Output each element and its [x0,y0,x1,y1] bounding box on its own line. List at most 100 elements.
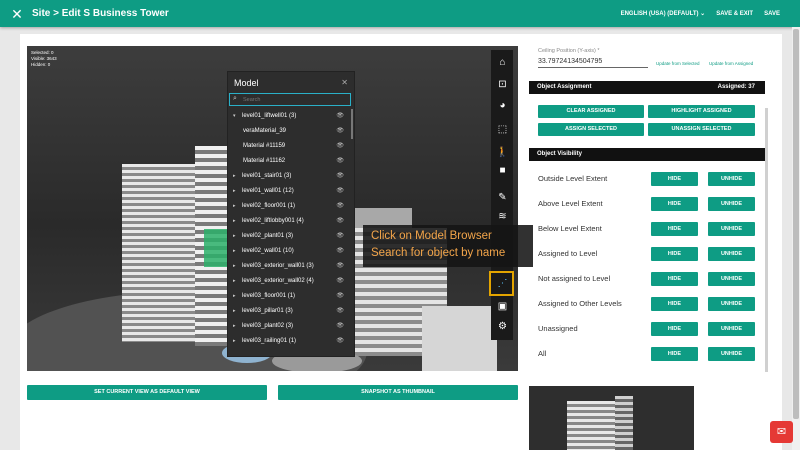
unhide-button[interactable]: UNHIDE [708,197,755,211]
chevron-right-icon[interactable]: ▸ [233,169,236,184]
model-tree-item[interactable]: ▸ level02_wall01 (10) 👁 [228,244,352,259]
model-tree-item[interactable]: ▸ level03_railing01 (1) 👁 [228,334,352,349]
eye-icon[interactable]: 👁 [336,214,344,229]
unhide-button[interactable]: UNHIDE [708,347,755,361]
chevron-right-icon[interactable]: ▸ [233,304,236,319]
close-icon[interactable]: ✕ [341,72,348,94]
assign-selected-button[interactable]: ASSIGN SELECTED [538,123,644,136]
unassign-selected-button[interactable]: UNASSIGN SELECTED [648,123,755,136]
chevron-right-icon[interactable]: ▸ [233,289,236,304]
model-tree-item[interactable]: veraMaterial_39 👁 [228,124,352,139]
model-search[interactable]: ⌕ [229,93,351,106]
eye-icon[interactable]: 👁 [336,124,344,139]
object-assignment-header: Object Assignment Assigned: 37 [529,81,765,94]
chevron-right-icon[interactable]: ▸ [233,319,236,334]
object-visibility-header: Object Visibility [529,148,765,161]
hide-button[interactable]: HIDE [651,322,698,336]
update-from-assigned-link[interactable]: Update from Assigned [709,61,753,66]
set-default-view-button[interactable]: SET CURRENT VIEW AS DEFAULT VIEW [27,385,267,400]
chevron-right-icon[interactable]: ▸ [233,259,236,274]
model-tree-item[interactable]: ▸ level03_pillar01 (3) 👁 [228,304,352,319]
hide-button[interactable]: HIDE [651,297,698,311]
eye-icon[interactable]: 👁 [336,229,344,244]
settings-icon[interactable]: ⚙ [495,319,510,334]
eye-icon[interactable]: 👁 [336,184,344,199]
measure-icon[interactable]: ✎ [495,190,510,205]
chevron-right-icon[interactable]: ▸ [233,244,236,259]
model-tree-item[interactable]: ▸ level02_floor001 (1) 👁 [228,199,352,214]
hide-button[interactable]: HIDE [651,172,698,186]
page-scrollbar[interactable] [792,27,800,450]
language-selector[interactable]: ENGLISH (USA) (DEFAULT) ⌄ [621,10,706,17]
eye-icon[interactable]: 👁 [336,169,344,184]
eye-icon[interactable]: 👁 [336,244,344,259]
unhide-button[interactable]: UNHIDE [708,322,755,336]
eye-icon[interactable]: 👁 [336,154,344,169]
eye-icon[interactable]: 👁 [336,289,344,304]
model-browser-title: Model [234,78,259,88]
unhide-button[interactable]: UNHIDE [708,247,755,261]
save-exit-button[interactable]: SAVE & EXIT [716,11,753,17]
unhide-button[interactable]: UNHIDE [708,297,755,311]
layers-icon[interactable]: ≋ [495,209,510,224]
model-tree-item[interactable]: ▸ level03_exterior_wall01 (3) 👁 [228,259,352,274]
page-scrollbar-thumb[interactable] [793,29,799,419]
visibility-row-label: Outside Level Extent [538,174,608,183]
chevron-right-icon[interactable]: ▸ [233,274,236,289]
model-tree-item[interactable]: ▸ level01_stair01 (3) 👁 [228,169,352,184]
chevron-down-icon: ⌄ [700,11,706,17]
eye-icon[interactable]: 👁 [336,199,344,214]
ceiling-position-field[interactable]: 33.79724134504795 [538,58,648,68]
model-tree-item[interactable]: Material #11162 👁 [228,154,352,169]
fit-icon[interactable]: ⊡ [495,77,510,92]
hide-button[interactable]: HIDE [651,272,698,286]
snapshot-thumbnail-button[interactable]: SNAPSHOT AS THUMBNAIL [278,385,518,400]
eye-icon[interactable]: 👁 [336,334,344,349]
hide-button[interactable]: HIDE [651,222,698,236]
camera-icon[interactable]: ■ [495,163,510,178]
unhide-button[interactable]: UNHIDE [708,172,755,186]
chevron-right-icon[interactable]: ▸ [233,199,236,214]
clear-assigned-button[interactable]: CLEAR ASSIGNED [538,105,644,118]
eye-icon[interactable]: 👁 [336,274,344,289]
eye-icon[interactable]: 👁 [336,319,344,334]
hide-button[interactable]: HIDE [651,247,698,261]
hide-button[interactable]: HIDE [651,197,698,211]
highlighted-element [204,229,228,267]
hide-button[interactable]: HIDE [651,347,698,361]
chevron-right-icon[interactable]: ▸ [233,184,236,199]
render-icon[interactable]: ◕ [495,98,510,113]
model-tree-item[interactable]: ▸ level01_wall01 (12) 👁 [228,184,352,199]
model-tree-item[interactable]: ▸ level03_floor001 (1) 👁 [228,289,352,304]
save-button[interactable]: SAVE [764,11,780,17]
search-icon: ⌕ [233,95,237,102]
chevron-right-icon[interactable]: ▸ [233,334,236,349]
model-tree-item[interactable]: ▸ level02_plant01 (3) 👁 [228,229,352,244]
chat-icon[interactable]: ✉ [770,421,793,443]
model-tree-item[interactable]: Material #11159 👁 [228,139,352,154]
unhide-button[interactable]: UNHIDE [708,272,755,286]
model-tree-item[interactable]: ▸ level03_exterior_wall02 (4) 👁 [228,274,352,289]
chevron-down-icon[interactable]: ▾ [233,109,236,124]
eye-icon[interactable]: 👁 [336,259,344,274]
walk-icon[interactable]: 🚶 [495,145,510,160]
chevron-right-icon[interactable]: ▸ [233,229,236,244]
chevron-right-icon[interactable]: ▸ [233,214,236,229]
unhide-button[interactable]: UNHIDE [708,222,755,236]
update-from-selected-link[interactable]: Update from Selected [656,61,700,66]
home-icon[interactable]: ⌂ [495,55,510,70]
save-icon[interactable]: ▣ [495,299,510,314]
model-tree-item[interactable]: ▾ level01_liftwell01 (3) 👁 [228,109,352,124]
model-browser-icon[interactable]: ⋰ [495,276,510,291]
close-icon[interactable]: ✕ [10,7,24,21]
select-box-icon[interactable]: ⬚ [495,122,510,137]
eye-icon[interactable]: 👁 [336,139,344,154]
model-tree-scrollbar[interactable] [351,109,353,139]
model-tree-item[interactable]: ▸ level02_liftlobby001 (4) 👁 [228,214,352,229]
highlight-assigned-button[interactable]: HIGHLIGHT ASSIGNED [648,105,755,118]
model-search-input[interactable] [243,95,343,104]
assigned-count: Assigned: 37 [717,84,755,90]
eye-icon[interactable]: 👁 [336,304,344,319]
model-tree-item[interactable]: ▸ level03_plant02 (3) 👁 [228,319,352,334]
eye-icon[interactable]: 👁 [336,109,344,124]
